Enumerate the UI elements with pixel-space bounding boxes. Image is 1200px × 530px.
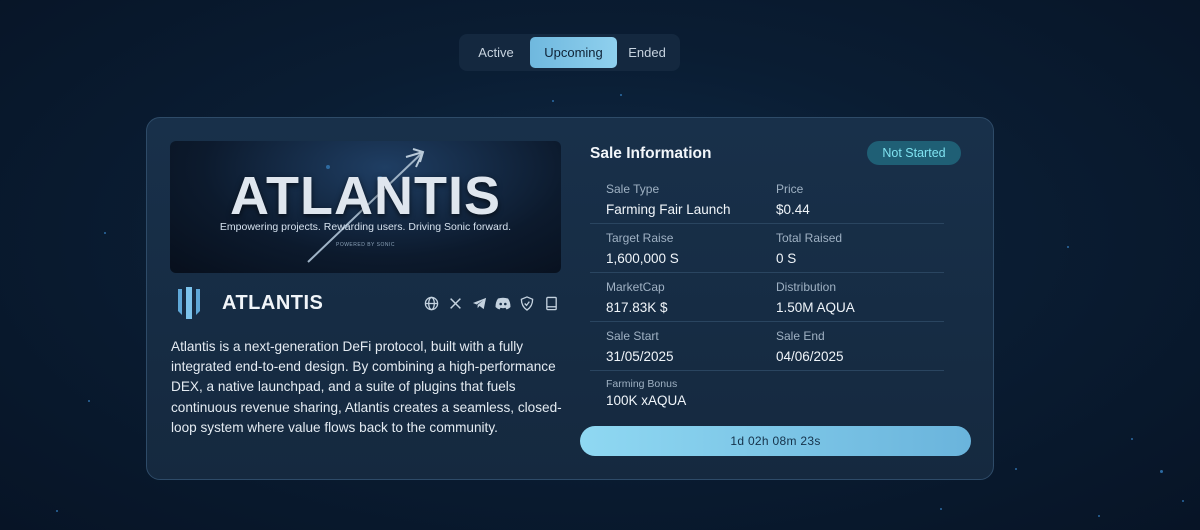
sale-start-value: 31/05/2025 [606, 349, 674, 364]
farming-bonus-label: Farming Bonus [606, 378, 678, 390]
globe-icon[interactable] [423, 295, 439, 311]
countdown-timer: 1d 02h 08m 23s [580, 426, 971, 456]
sale-end-label: Sale End [776, 329, 825, 343]
tab-active[interactable]: Active [462, 37, 530, 68]
sale-info-title: Sale Information [590, 145, 712, 162]
banner-tagline: Empowering projects. Rewarding users. Dr… [219, 221, 512, 233]
sale-info-row: Sale Type Farming Fair Launch Price $0.4… [590, 175, 944, 224]
status-badge: Not Started [867, 141, 961, 165]
sale-info-row: Farming Bonus 100K xAQUA [590, 371, 944, 420]
marketcap-cell: MarketCap 817.83K $ [590, 273, 760, 321]
sale-status-tabs: Active Upcoming Ended [459, 34, 680, 71]
price-cell: Price $0.44 [760, 175, 930, 223]
target-raise-cell: Target Raise 1,600,000 S [590, 224, 760, 272]
farming-bonus-value: 100K xAQUA [606, 393, 687, 408]
distribution-label: Distribution [776, 280, 837, 294]
distribution-value: 1.50M AQUA [776, 300, 855, 315]
target-raise-label: Target Raise [606, 231, 674, 245]
sale-type-value: Farming Fair Launch [606, 202, 731, 217]
price-value: $0.44 [776, 202, 810, 217]
social-links [423, 295, 559, 311]
tab-ended[interactable]: Ended [617, 37, 677, 68]
x-icon[interactable] [447, 295, 463, 311]
farming-bonus-cell: Farming Bonus 100K xAQUA [590, 371, 760, 420]
sale-end-value: 04/06/2025 [776, 349, 844, 364]
atlantis-logo-icon [178, 287, 200, 319]
project-card: ATLANTIS Empowering projects. Rewarding … [146, 117, 994, 480]
total-raised-cell: Total Raised 0 S [760, 224, 930, 272]
banner-title: ATLANTIS [230, 166, 501, 226]
price-label: Price [776, 182, 804, 196]
discord-icon[interactable] [495, 295, 511, 311]
sale-start-label: Sale Start [606, 329, 659, 343]
book-icon[interactable] [543, 295, 559, 311]
project-description: Atlantis is a next-generation DeFi proto… [171, 339, 562, 435]
total-raised-label: Total Raised [776, 231, 843, 245]
project-banner: ATLANTIS Empowering projects. Rewarding … [170, 141, 561, 273]
sale-start-cell: Sale Start 31/05/2025 [590, 322, 760, 370]
sale-info-row: MarketCap 817.83K $ Distribution 1.50M A… [590, 273, 944, 322]
project-header: ATLANTIS [170, 285, 561, 321]
project-name: ATLANTIS [222, 291, 324, 314]
sale-info-grid: Sale Type Farming Fair Launch Price $0.4… [590, 175, 944, 420]
marketcap-value: 817.83K $ [606, 300, 668, 315]
marketcap-label: MarketCap [606, 280, 665, 294]
sale-type-label: Sale Type [606, 182, 660, 196]
sale-info-row: Target Raise 1,600,000 S Total Raised 0 … [590, 224, 944, 273]
tab-upcoming[interactable]: Upcoming [530, 37, 617, 68]
target-raise-value: 1,600,000 S [606, 251, 679, 266]
sale-end-cell: Sale End 04/06/2025 [760, 322, 930, 370]
shield-icon[interactable] [519, 295, 535, 311]
total-raised-value: 0 S [776, 251, 797, 266]
sale-info-row: Sale Start 31/05/2025 Sale End 04/06/202… [590, 322, 944, 371]
telegram-icon[interactable] [471, 295, 487, 311]
banner-powered-by: POWERED BY SONIC [335, 242, 396, 248]
distribution-cell: Distribution 1.50M AQUA [760, 273, 930, 321]
sale-type-cell: Sale Type Farming Fair Launch [590, 175, 760, 223]
